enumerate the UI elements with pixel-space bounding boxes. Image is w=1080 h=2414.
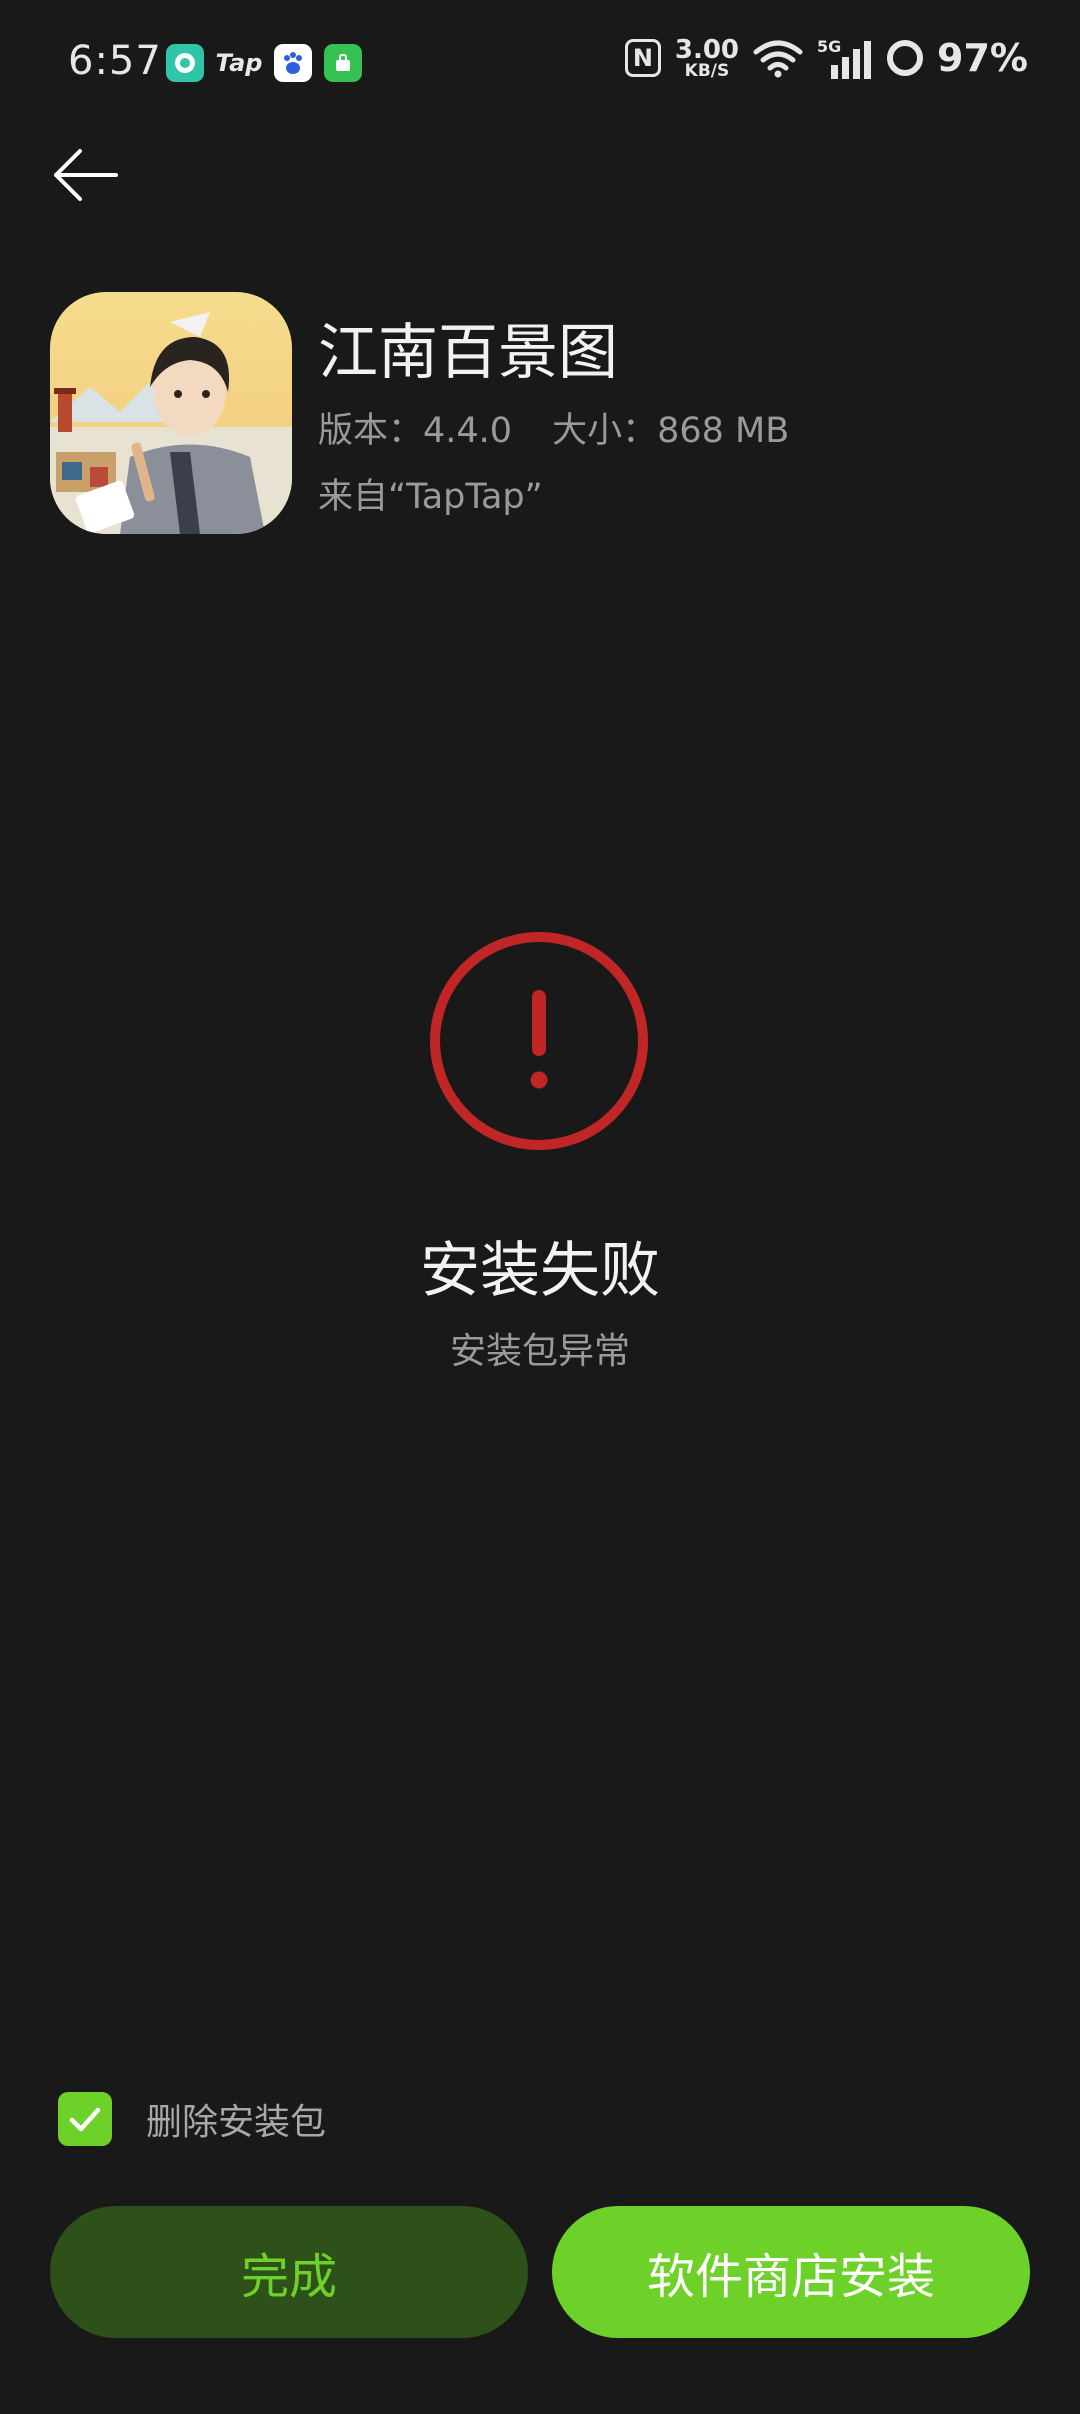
done-button[interactable]: 完成	[50, 2206, 528, 2338]
result-title: 安装失败	[420, 1236, 660, 1306]
network-speed: 3.00 KB/S	[674, 34, 740, 81]
system-icons: N 3.00 KB/S 5G 97%	[624, 34, 1028, 81]
delete-package-option[interactable]: 删除安装包	[58, 2092, 326, 2146]
app-source: 来自“TapTap”	[318, 477, 543, 517]
wifi-icon	[753, 40, 803, 78]
cellular-signal-icon: 5G	[817, 37, 873, 79]
battery-icon	[887, 40, 924, 76]
app-name: 江南百景图	[318, 318, 618, 388]
back-arrow-icon[interactable]	[50, 140, 130, 210]
app-version: 版本：4.4.0	[318, 411, 513, 451]
taptap-icon: Tap	[215, 49, 263, 77]
app-size: 大小：868 MB	[552, 411, 790, 451]
clock: 6:57	[68, 38, 162, 84]
result-subtitle: 安装包异常	[449, 1331, 630, 1372]
checkmark-icon	[69, 2107, 101, 2132]
chat-app-icon	[166, 44, 204, 82]
battery-level: 97%	[937, 36, 1028, 80]
store-install-button[interactable]: 软件商店安装	[552, 2206, 1030, 2338]
app-icon-artwork	[50, 292, 292, 534]
status-bar: 6:57 Tap N 3.00 KB/S 5G 97%	[0, 0, 1080, 130]
notification-icons: Tap	[166, 44, 362, 82]
green-app-icon	[324, 44, 362, 82]
app-icon	[50, 292, 292, 534]
baidu-icon	[274, 44, 312, 82]
delete-package-checkbox[interactable]	[58, 2092, 112, 2146]
app-meta: 版本：4.4.0 大小：868 MB	[318, 402, 789, 453]
nfc-icon: N	[624, 39, 661, 77]
error-exclamation-icon	[430, 932, 648, 1150]
delete-package-label: 删除安装包	[146, 2102, 327, 2143]
